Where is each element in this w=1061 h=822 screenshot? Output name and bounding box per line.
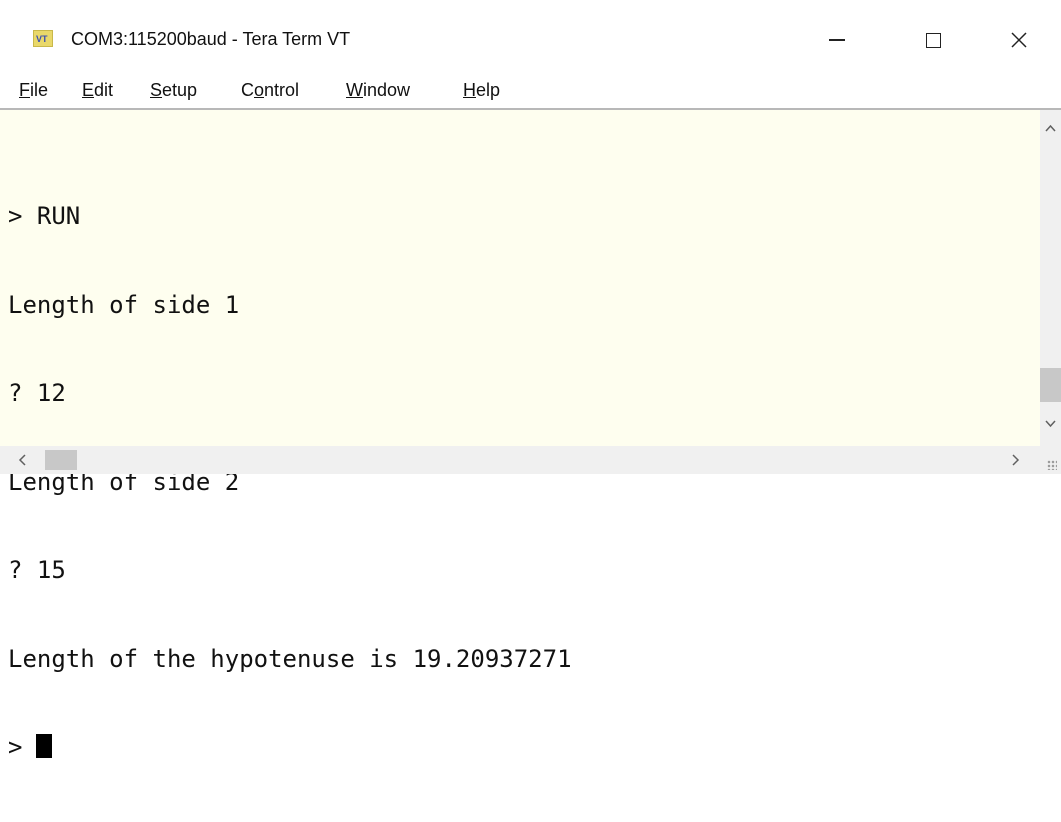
terminal-screen[interactable]: > RUN Length of side 1 ? 12 Length of si… xyxy=(0,110,1040,761)
terminal-line: ? 15 xyxy=(8,556,66,584)
tera-term-window: VT COM3:115200baud - Tera Term VT File E… xyxy=(0,0,1061,761)
chevron-left-icon[interactable] xyxy=(12,449,32,471)
svg-text:VT: VT xyxy=(36,34,48,44)
terminal-cursor xyxy=(36,734,53,758)
window-title: COM3:115200baud - Tera Term VT xyxy=(71,29,351,49)
menu-setup-mnemonic: S xyxy=(150,80,163,100)
title-bar[interactable]: VT COM3:115200baud - Tera Term VT xyxy=(0,0,1061,74)
terminal-line: Length of the hypotenuse is 19.20937271 xyxy=(8,644,572,673)
terminal-output: > RUN Length of side 1 ? 12 Length of si… xyxy=(8,143,572,822)
menu-help[interactable]: Help xyxy=(463,78,500,102)
close-icon xyxy=(1011,32,1027,48)
terminal-line: > RUN xyxy=(8,202,81,230)
menu-bar: File Edit Setup Control Window Help xyxy=(0,74,1061,108)
minimize-icon xyxy=(829,39,845,41)
chevron-up-icon[interactable] xyxy=(1040,118,1061,138)
menu-setup-label: etup xyxy=(162,80,198,100)
menu-file-label: ile xyxy=(30,80,49,100)
maximize-button[interactable] xyxy=(904,18,962,62)
menu-edit-label: dit xyxy=(94,80,114,100)
menu-help-mnemonic: H xyxy=(463,80,476,100)
terminal-line: Length of side 1 xyxy=(8,290,240,319)
menu-control-label: ntrol xyxy=(264,80,300,100)
menu-edit[interactable]: Edit xyxy=(82,78,113,102)
terminal-line: ? 12 xyxy=(8,379,66,407)
chevron-right-icon[interactable] xyxy=(1006,449,1026,471)
chevron-down-icon[interactable] xyxy=(1040,414,1061,434)
vertical-scroll-thumb[interactable] xyxy=(1040,368,1061,402)
terminal-prompt-line: > xyxy=(8,733,572,763)
menu-window-label: indow xyxy=(363,80,411,100)
close-button[interactable] xyxy=(990,18,1048,62)
menu-control-prefix: C xyxy=(241,80,254,100)
horizontal-scrollbar[interactable] xyxy=(0,446,1040,474)
menu-edit-mnemonic: E xyxy=(82,80,95,100)
tera-term-app-icon: VT xyxy=(33,30,53,47)
menu-window[interactable]: Window xyxy=(346,78,410,102)
menu-help-label: elp xyxy=(476,80,501,100)
menu-control[interactable]: Control xyxy=(241,78,299,102)
maximize-icon xyxy=(925,32,941,48)
horizontal-scroll-thumb[interactable] xyxy=(45,450,77,470)
terminal-prompt: > xyxy=(8,733,23,761)
menu-setup[interactable]: Setup xyxy=(150,78,197,102)
menu-file[interactable]: File xyxy=(19,78,48,102)
menu-file-mnemonic: F xyxy=(19,80,30,100)
minimize-button[interactable] xyxy=(808,18,866,62)
menu-window-mnemonic: W xyxy=(346,80,363,100)
scrollbar-corner xyxy=(1040,446,1061,474)
vertical-scrollbar[interactable] xyxy=(1040,110,1061,446)
resize-grip-icon[interactable] xyxy=(1047,460,1057,470)
menu-control-mnemonic: o xyxy=(254,80,265,100)
